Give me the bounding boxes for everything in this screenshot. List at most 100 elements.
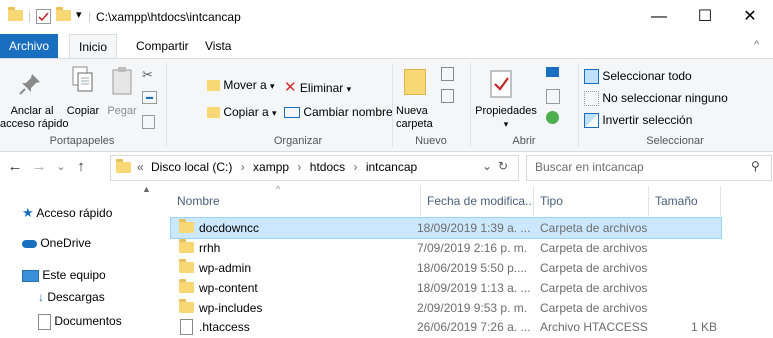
table-row[interactable]: .htaccess 26/06/2019 7:26 a. ... Archivo… (171, 317, 721, 337)
group-separator (470, 63, 471, 147)
file-date: 18/09/2019 1:39 a. ... (417, 221, 531, 235)
file-type: Archivo HTACCESS (540, 320, 648, 334)
column-header-name[interactable]: Nombre (177, 194, 220, 212)
table-row[interactable]: wp-content 18/09/2019 1:13 a. ... Carpet… (171, 278, 721, 298)
pin-quick-access-button[interactable] (6, 71, 54, 100)
table-row[interactable]: docdowncc 18/09/2019 1:39 a. ... Carpeta… (170, 217, 722, 239)
delete-button[interactable]: ✕ Eliminar ▾ (284, 78, 351, 96)
copy-path-icon[interactable]: ▬ (142, 91, 157, 104)
search-icon[interactable]: ⚲ (751, 159, 760, 173)
address-overflow-icon[interactable]: « (137, 160, 144, 174)
star-icon: ★ (22, 205, 34, 220)
edit-icon[interactable] (546, 89, 560, 104)
tab-inicio[interactable]: Inicio (69, 34, 118, 59)
file-date: 18/06/2019 5:50 p.... (417, 261, 528, 275)
select-all-label: Seleccionar todo (602, 69, 692, 83)
dropdown-arrow-icon: ▾ (270, 81, 275, 91)
open-icon[interactable] (546, 67, 559, 77)
up-arrow-icon[interactable]: ↑ (70, 158, 92, 175)
history-icon[interactable] (546, 111, 559, 124)
breadcrumb-item-htdocs[interactable]: htdocs (310, 160, 345, 174)
nav-item-documents[interactable]: Documentos (38, 310, 122, 332)
invert-selection-button[interactable]: Invertir selección (584, 113, 692, 129)
nav-pane-scrollbar[interactable]: ▲ (142, 182, 151, 337)
column-header-date[interactable]: Fecha de modifica... (427, 194, 535, 212)
breadcrumb-separator[interactable]: › (241, 160, 245, 174)
properties-quick-icon[interactable] (36, 9, 51, 24)
dropdown-arrow-icon: ▾ (272, 108, 277, 118)
nav-item-quick-access[interactable]: ★ Acceso rápido (22, 202, 112, 224)
column-divider[interactable] (648, 186, 649, 216)
search-input[interactable]: Buscar en intcancap (535, 160, 644, 174)
table-row[interactable]: wp-includes 2/09/2019 9:53 p. m. Carpeta… (171, 298, 721, 318)
forward-arrow-icon[interactable]: → (28, 158, 50, 175)
file-type: Carpeta de archivos (540, 241, 648, 255)
maximize-button[interactable]: ☐ (682, 0, 728, 34)
nav-item-onedrive[interactable]: OneDrive (22, 232, 91, 254)
nav-item-label: Acceso rápido (36, 206, 113, 220)
back-arrow-icon[interactable]: ← (4, 158, 26, 175)
breadcrumb-item-xampp[interactable]: xampp (253, 160, 289, 174)
group-label-nuevo: Nuevo (415, 135, 447, 147)
nav-item-downloads[interactable]: ↓ Descargas (38, 286, 105, 308)
ribbon-collapse-button[interactable]: ^ (754, 39, 759, 51)
close-button[interactable]: ✕ (727, 0, 773, 34)
address-dropdown-icon[interactable]: ⌄ (482, 159, 492, 173)
select-all-button[interactable]: Seleccionar todo (584, 69, 692, 85)
tab-compartir[interactable]: Compartir (127, 34, 198, 58)
address-bar[interactable]: « Disco local (C:) › xampp › htdocs › in… (110, 155, 519, 181)
cloud-icon (22, 239, 37, 248)
refresh-icon[interactable]: ↻ (498, 159, 508, 173)
copy-button[interactable] (64, 65, 102, 100)
paste-button[interactable] (104, 65, 140, 100)
new-folder-button[interactable] (398, 69, 432, 95)
breadcrumb-item-disco[interactable]: Disco local (C:) (151, 160, 232, 174)
new-folder-quick-icon[interactable] (56, 7, 71, 24)
column-header-type[interactable]: Tipo (540, 194, 563, 212)
breadcrumb-item-intcancap[interactable]: intcancap (366, 160, 417, 174)
move-to-button[interactable]: Mover a ▾ (207, 78, 275, 92)
rename-button[interactable]: Cambiar nombre (284, 105, 393, 119)
nav-item-label: Descargas (47, 290, 105, 304)
group-separator (578, 63, 579, 147)
select-none-button[interactable]: No seleccionar ninguno (584, 91, 728, 107)
column-divider[interactable] (420, 186, 421, 216)
ribbon: Anclar al acceso rápido Copiar Pegar ✂ ▬… (0, 58, 773, 152)
file-type: Carpeta de archivos (540, 221, 648, 235)
navigation-pane: ★ Acceso rápido OneDrive Este equipo ↓ D… (0, 182, 150, 337)
pin-label: acceso rápido (0, 118, 69, 130)
new-folder-label: Nueva (396, 105, 428, 117)
recent-locations-icon[interactable]: ⌄ (50, 160, 72, 173)
copy-to-button[interactable]: Copiar a ▾ (207, 105, 277, 119)
folder-icon (116, 159, 131, 176)
column-header-size[interactable]: Tamaño (655, 194, 698, 212)
tab-archivo[interactable]: Archivo (0, 34, 59, 58)
select-none-label: No seleccionar ninguno (602, 91, 728, 105)
select-all-icon (584, 69, 599, 85)
folder-icon (179, 299, 194, 316)
scroll-up-arrow-icon[interactable]: ▲ (142, 184, 151, 194)
new-folder-label: carpeta (396, 118, 433, 130)
new-item-icon[interactable] (441, 67, 454, 81)
breadcrumb: Disco local (C:) › xampp › htdocs › intc… (151, 160, 417, 174)
breadcrumb-separator[interactable]: › (353, 160, 357, 174)
search-box[interactable]: Buscar en intcancap ⚲ (526, 155, 772, 181)
nav-item-this-pc[interactable]: Este equipo (22, 264, 106, 286)
properties-check-icon (482, 69, 522, 102)
rename-label: Cambiar nombre (303, 105, 393, 119)
table-row[interactable]: rrhh 7/09/2019 2:16 p. m. Carpeta de arc… (171, 238, 721, 258)
paste-shortcut-icon[interactable] (142, 115, 155, 129)
sort-arrow-icon: ^ (276, 184, 281, 194)
file-name: rrhh (199, 241, 221, 255)
breadcrumb-separator[interactable]: › (297, 160, 301, 174)
table-row[interactable]: wp-admin 18/06/2019 5:50 p.... Carpeta d… (171, 258, 721, 278)
cut-icon[interactable]: ✂ (142, 67, 153, 83)
column-divider[interactable] (720, 186, 721, 216)
easy-access-icon[interactable] (441, 89, 454, 103)
customize-quick-access-icon[interactable]: ▾ (76, 8, 82, 21)
minimize-button[interactable]: — (636, 0, 682, 34)
tab-vista[interactable]: Vista (196, 34, 240, 58)
column-divider[interactable] (533, 186, 534, 216)
properties-button[interactable] (482, 69, 522, 102)
nav-item-label: Este equipo (42, 268, 106, 282)
